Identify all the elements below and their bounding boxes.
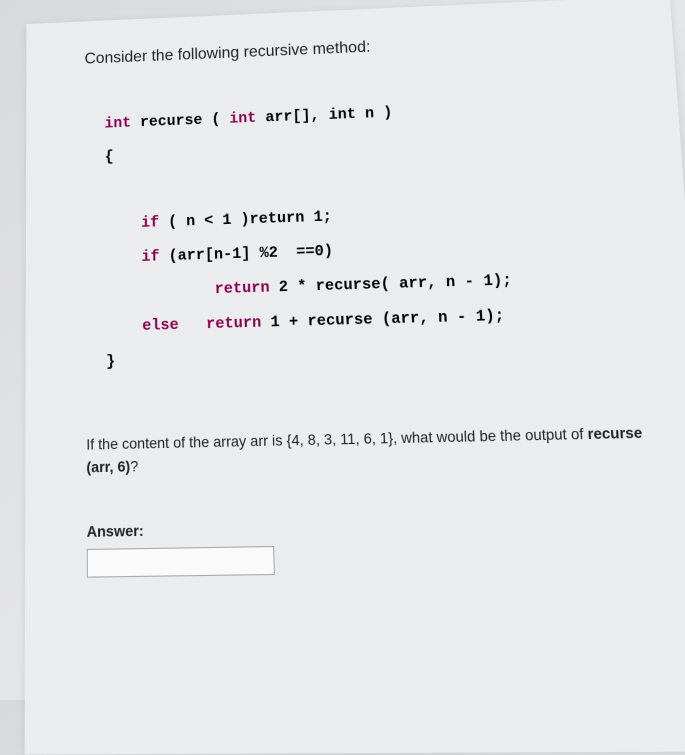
keyword-if: if <box>105 248 159 267</box>
code-text: recurse ( <box>131 111 229 132</box>
code-text: arr[], int n ) <box>256 104 393 126</box>
question-page: Consider the following recursive method:… <box>25 0 685 755</box>
keyword-int: int <box>104 114 131 132</box>
followup-question: If the content of the array arr is {4, 8… <box>86 421 661 479</box>
code-text: 2 * recurse( arr, n - 1); <box>269 272 512 297</box>
code-block: int recurse ( int arr[], int n ) { if ( … <box>85 87 654 381</box>
keyword-return: return <box>106 279 270 302</box>
answer-label: Answer: <box>87 513 666 540</box>
keyword-else: else <box>106 316 179 336</box>
followup-text-end: ? <box>130 457 138 475</box>
code-text: (arr[n-1] %2 ==0) <box>159 242 333 265</box>
answer-input[interactable] <box>87 546 275 578</box>
keyword-if: if <box>105 214 159 233</box>
followup-text: If the content of the array arr is {4, 8… <box>86 425 588 453</box>
code-text: 1 + recurse (arr, n - 1); <box>261 307 505 332</box>
keyword-return: return <box>179 314 262 334</box>
keyword-int: int <box>229 110 256 128</box>
answer-section: Answer: <box>87 513 669 578</box>
code-text: ( n < 1 )return 1; <box>159 208 332 231</box>
question-intro: Consider the following recursive method: <box>85 28 632 69</box>
